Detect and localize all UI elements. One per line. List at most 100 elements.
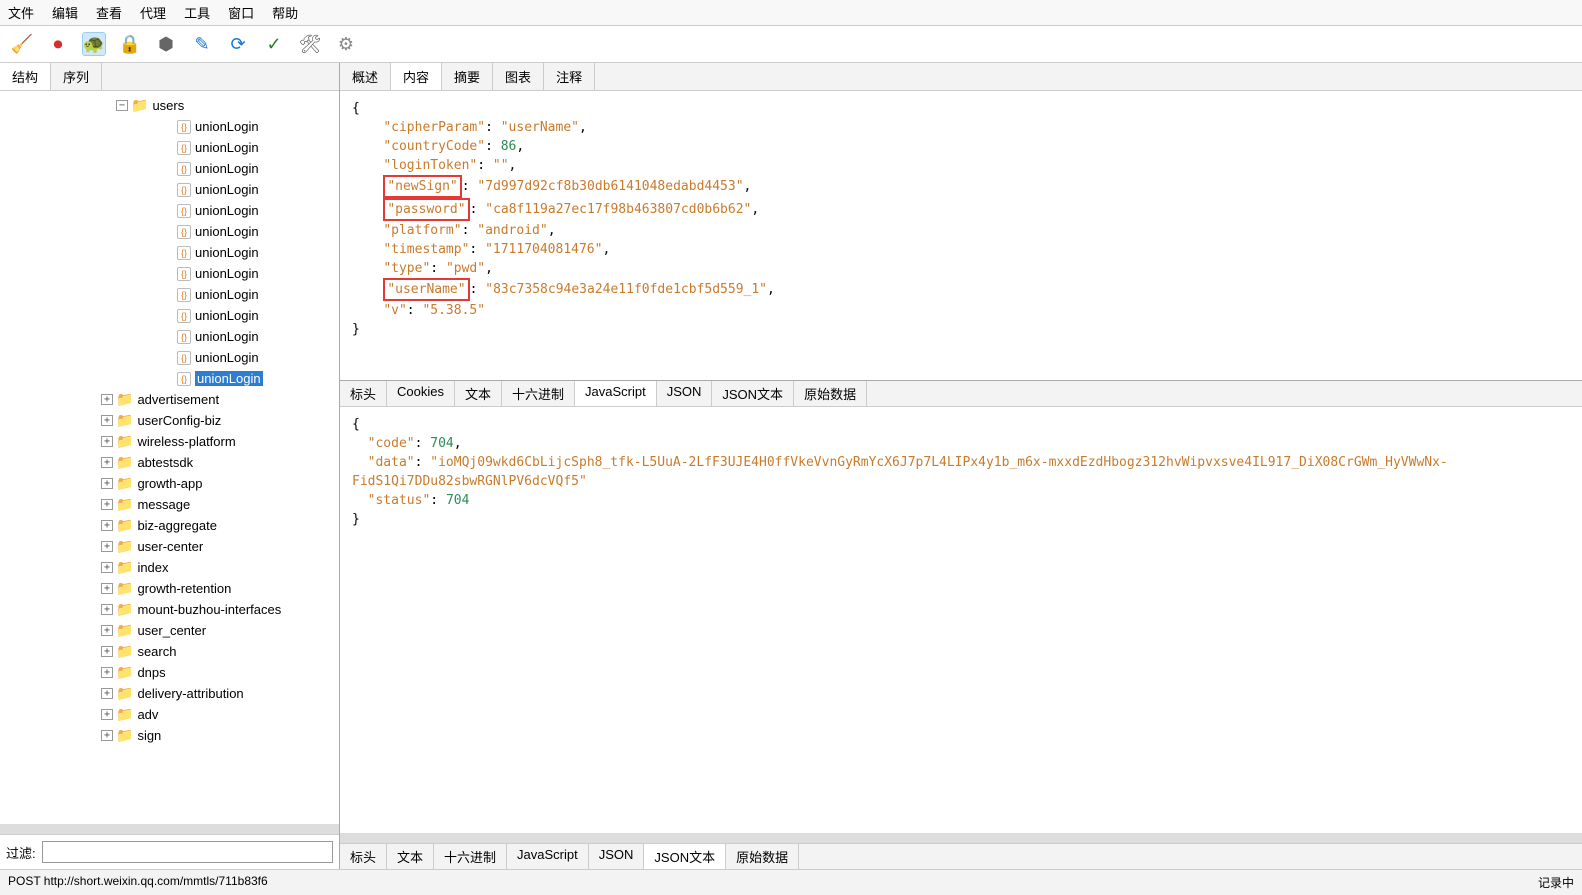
expander-icon[interactable]: + — [101, 709, 113, 720]
left-tab[interactable]: 序列 — [51, 63, 102, 90]
expander-icon[interactable]: + — [101, 562, 113, 573]
sub-tab[interactable]: 原始数据 — [726, 844, 799, 869]
sub-tab[interactable]: 标头 — [340, 381, 387, 406]
tree-node[interactable]: +📁biz-aggregate — [6, 515, 339, 536]
tree-node[interactable]: +📁userConfig-biz — [6, 410, 339, 431]
hex-icon[interactable]: ⬢ — [154, 32, 178, 56]
expander-icon[interactable]: + — [101, 436, 113, 447]
tree-node[interactable]: {}unionLogin — [6, 347, 339, 368]
expander-icon[interactable]: + — [101, 478, 113, 489]
top-tab[interactable]: 图表 — [493, 63, 544, 90]
refresh-icon[interactable]: ⟳ — [226, 32, 250, 56]
tree-node[interactable]: {}unionLogin — [6, 263, 339, 284]
tree-node[interactable]: +📁abtestsdk — [6, 452, 339, 473]
check-icon[interactable]: ✓ — [262, 32, 286, 56]
expander-icon[interactable]: + — [101, 646, 113, 657]
tree-node[interactable]: {}unionLogin — [6, 305, 339, 326]
tree-node[interactable]: +📁wireless-platform — [6, 431, 339, 452]
expander-icon[interactable]: + — [101, 415, 113, 426]
sub-tab[interactable]: JavaScript — [575, 381, 657, 406]
throttle-icon[interactable]: 🐢 — [82, 32, 106, 56]
sub-tab[interactable]: 标头 — [340, 844, 387, 869]
menu-item[interactable]: 代理 — [140, 3, 166, 22]
top-tab[interactable]: 概述 — [340, 63, 391, 90]
folder-icon: 📁 — [116, 622, 133, 639]
request-body-pane[interactable]: { "cipherParam": "userName", "countryCod… — [340, 91, 1582, 380]
tree-node[interactable]: +📁user_center — [6, 620, 339, 641]
tree-node[interactable]: +📁growth-app — [6, 473, 339, 494]
top-tab[interactable]: 摘要 — [442, 63, 493, 90]
tree-node[interactable]: {}unionLogin — [6, 200, 339, 221]
tree-node[interactable]: +📁message — [6, 494, 339, 515]
expander-icon[interactable]: + — [101, 457, 113, 468]
folder-icon: 📁 — [116, 727, 133, 744]
response-body-pane[interactable]: { "code": 704, "data": "ioMQj09wkd6CbLij… — [340, 407, 1582, 833]
broom-icon[interactable]: 🧹 — [10, 32, 34, 56]
tree-node[interactable]: +📁search — [6, 641, 339, 662]
sub-tab[interactable]: 文本 — [455, 381, 502, 406]
tree-node[interactable]: +📁user-center — [6, 536, 339, 557]
tree-node[interactable]: +📁sign — [6, 725, 339, 746]
sub-tab[interactable]: JavaScript — [507, 844, 589, 869]
sub-tab[interactable]: 文本 — [387, 844, 434, 869]
tools-icon[interactable]: 🛠 — [298, 32, 322, 56]
tree-node[interactable]: +📁delivery-attribution — [6, 683, 339, 704]
top-tab[interactable]: 注释 — [544, 63, 595, 90]
left-tab[interactable]: 结构 — [0, 63, 51, 90]
file-icon: {} — [177, 372, 191, 386]
expander-icon[interactable]: + — [101, 730, 113, 741]
menu-item[interactable]: 帮助 — [272, 3, 298, 22]
tree-node[interactable]: +📁mount-buzhou-interfaces — [6, 599, 339, 620]
folder-icon: 📁 — [116, 454, 133, 471]
menu-item[interactable]: 文件 — [8, 3, 34, 22]
lock-icon[interactable]: 🔒 — [118, 32, 142, 56]
tree-node[interactable]: {}unionLogin — [6, 284, 339, 305]
gear-icon[interactable]: ⚙ — [334, 32, 358, 56]
expander-icon[interactable]: + — [101, 394, 113, 405]
sub-tab[interactable]: JSON文本 — [712, 381, 794, 406]
tree-node[interactable]: {}unionLogin — [6, 242, 339, 263]
tree-node[interactable]: {}unionLogin — [6, 326, 339, 347]
top-tab[interactable]: 内容 — [391, 63, 442, 90]
record-icon[interactable]: ⏺ — [46, 32, 70, 56]
h-scrollbar[interactable] — [340, 833, 1582, 843]
menu-item[interactable]: 工具 — [184, 3, 210, 22]
tree-view[interactable]: −📁users{}unionLogin{}unionLogin{}unionLo… — [0, 91, 339, 824]
expander-icon[interactable]: + — [101, 625, 113, 636]
sub-tab[interactable]: Cookies — [387, 381, 455, 406]
tree-node[interactable]: +📁dnps — [6, 662, 339, 683]
tree-label: dnps — [137, 665, 165, 680]
expander-icon[interactable]: + — [101, 499, 113, 510]
tree-node[interactable]: {}unionLogin — [6, 137, 339, 158]
expander-icon[interactable]: + — [101, 604, 113, 615]
tree-node[interactable]: +📁growth-retention — [6, 578, 339, 599]
edit-icon[interactable]: ✎ — [190, 32, 214, 56]
sub-tab[interactable]: JSON — [657, 381, 713, 406]
tree-node[interactable]: {}unionLogin — [6, 116, 339, 137]
expander-icon[interactable]: + — [101, 583, 113, 594]
sub-tab[interactable]: JSON — [589, 844, 645, 869]
expander-icon[interactable]: + — [101, 688, 113, 699]
tree-node[interactable]: {}unionLogin — [6, 158, 339, 179]
expander-icon[interactable]: − — [116, 100, 128, 111]
expander-icon[interactable]: + — [101, 667, 113, 678]
menu-item[interactable]: 编辑 — [52, 3, 78, 22]
tree-node[interactable]: −📁users — [6, 95, 339, 116]
sub-tab[interactable]: 十六进制 — [434, 844, 507, 869]
menu-item[interactable]: 查看 — [96, 3, 122, 22]
expander-icon[interactable]: + — [101, 520, 113, 531]
tree-node[interactable]: +📁adv — [6, 704, 339, 725]
tree-node[interactable]: +📁advertisement — [6, 389, 339, 410]
tree-node[interactable]: +📁index — [6, 557, 339, 578]
tree-label: unionLogin — [195, 161, 259, 176]
sub-tab[interactable]: 十六进制 — [502, 381, 575, 406]
h-scrollbar[interactable] — [0, 824, 339, 834]
tree-node[interactable]: {}unionLogin — [6, 179, 339, 200]
tree-node[interactable]: {}unionLogin — [6, 221, 339, 242]
tree-node[interactable]: {}unionLogin — [6, 368, 339, 389]
menu-item[interactable]: 窗口 — [228, 3, 254, 22]
filter-input[interactable] — [42, 841, 333, 863]
sub-tab[interactable]: JSON文本 — [644, 844, 726, 869]
expander-icon[interactable]: + — [101, 541, 113, 552]
sub-tab[interactable]: 原始数据 — [794, 381, 867, 406]
